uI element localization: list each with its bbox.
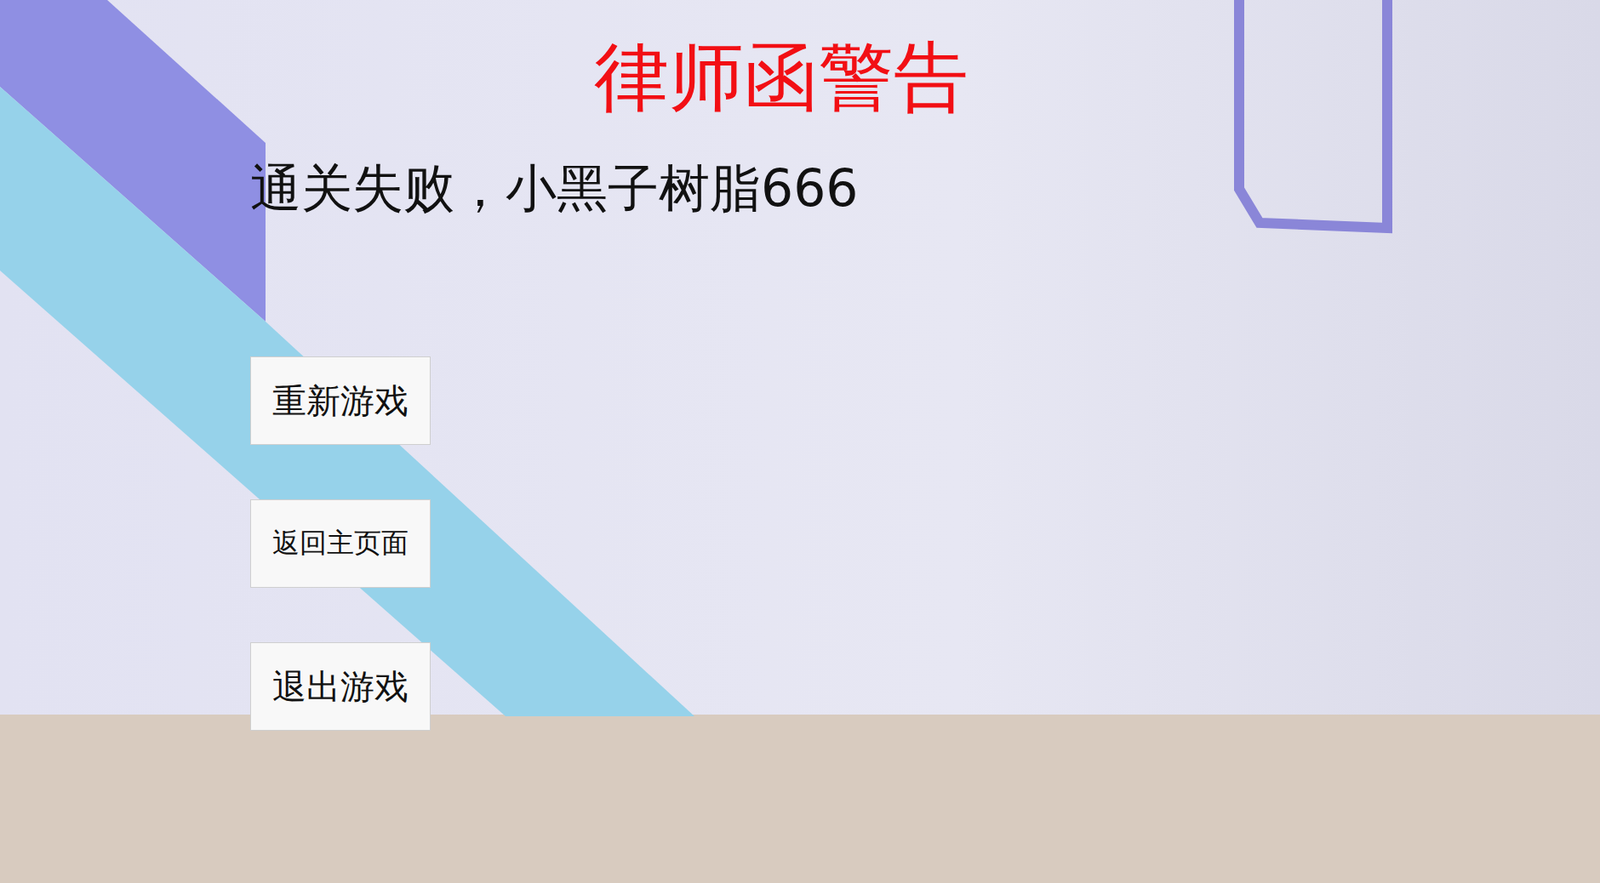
menu-button[interactable]: 退出游戏 <box>250 642 431 732</box>
result-message: 通关失败，小黑子树脂666 <box>250 157 1600 219</box>
menu-button[interactable]: 重新游戏 <box>250 356 431 446</box>
menu-button[interactable]: 返回主页面 <box>250 499 431 589</box>
button-list: 重新游戏返回主页面退出游戏 <box>250 356 1600 732</box>
warning-title: 律师函警告 <box>594 34 969 120</box>
background-photo <box>0 0 1600 883</box>
game-over-screen: 律师函警告通关失败，小黑子树脂666 重新游戏返回主页面退出游戏 <box>0 0 1600 883</box>
